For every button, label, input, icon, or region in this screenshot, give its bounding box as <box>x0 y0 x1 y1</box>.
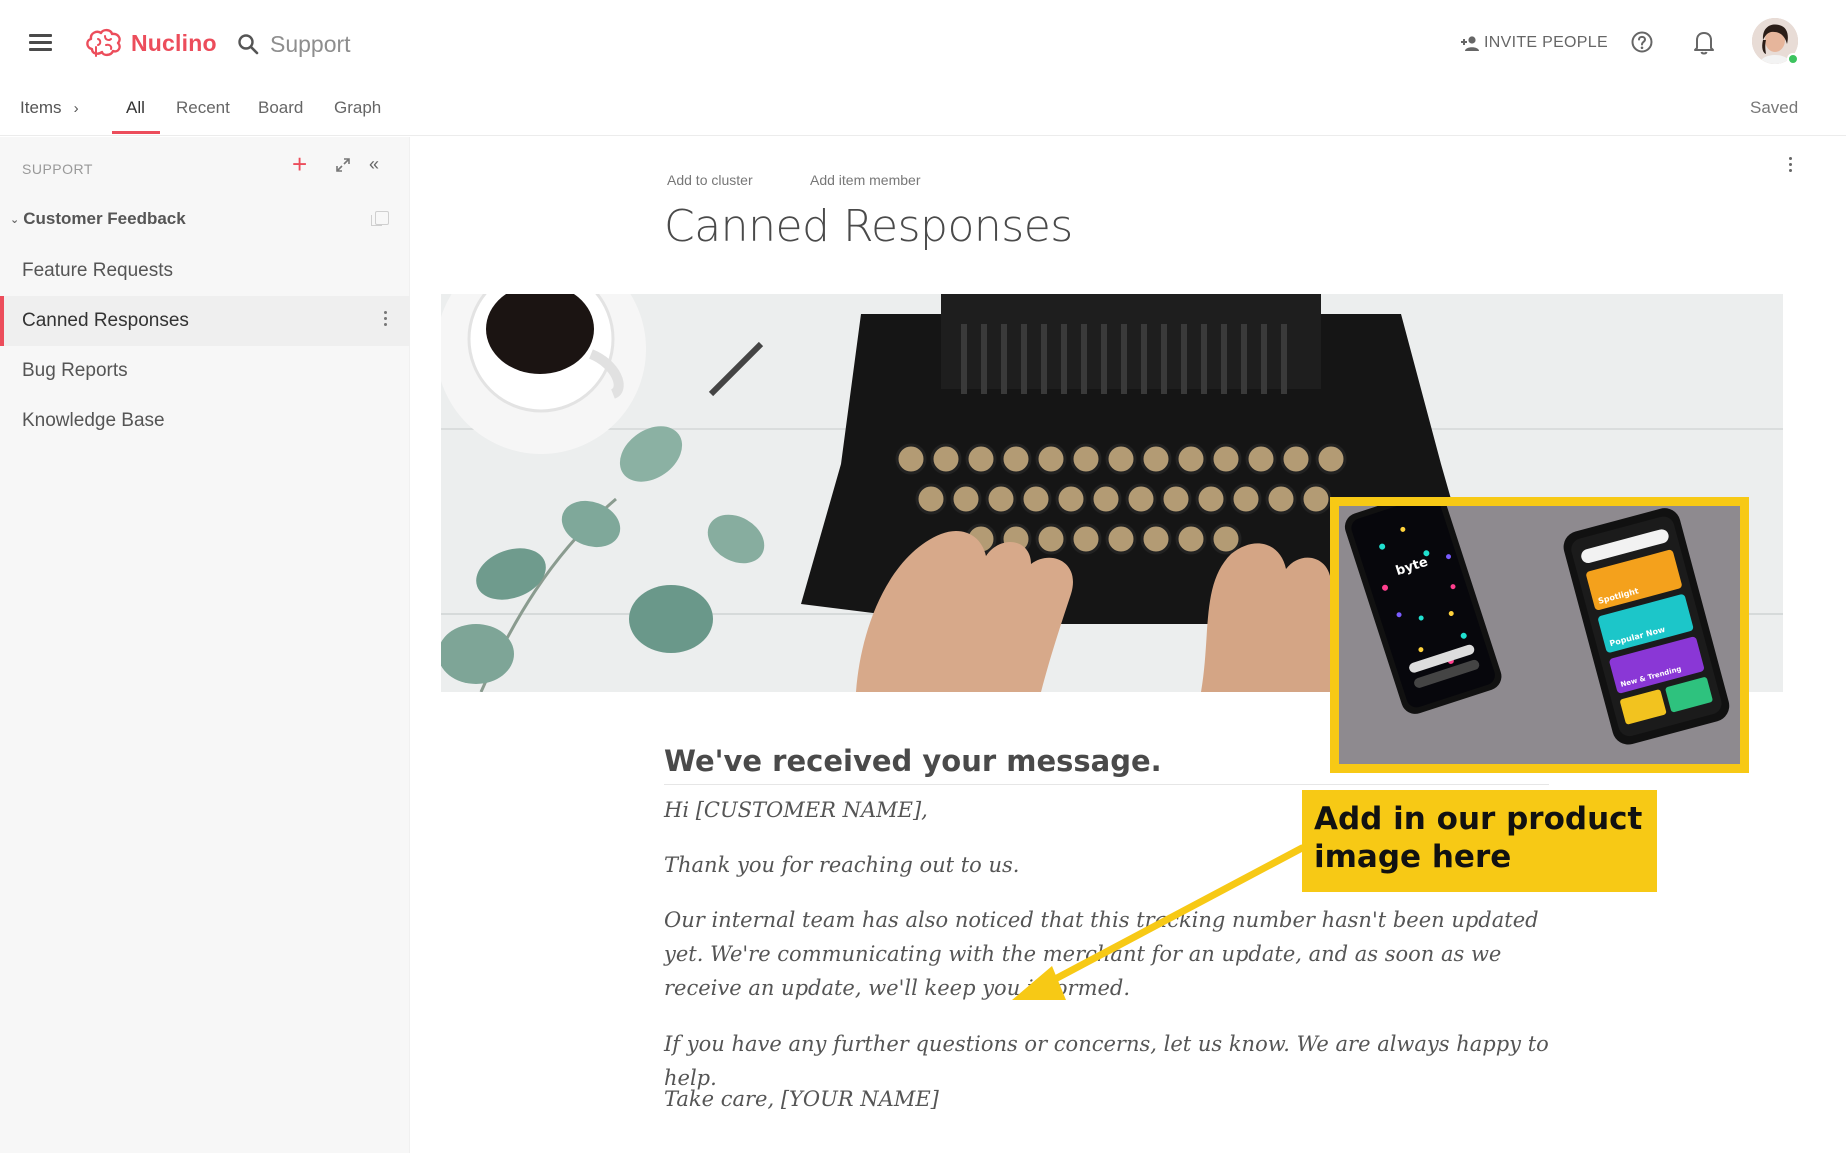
brain-icon <box>86 28 121 57</box>
chevron-down-icon: ⌄ <box>10 213 20 226</box>
view-bar: Items › All Recent Board Graph Saved <box>0 86 1846 136</box>
notifications-bell-icon[interactable] <box>1693 29 1715 55</box>
add-person-icon <box>1461 36 1479 51</box>
sidebar-item-bug-reports[interactable]: Bug Reports <box>0 346 410 396</box>
add-to-cluster-link[interactable]: Add to cluster <box>667 172 753 188</box>
search-icon <box>238 34 259 55</box>
tab-recent[interactable]: Recent <box>176 98 230 118</box>
breadcrumb-items[interactable]: Items › <box>20 98 79 118</box>
cluster-customer-feedback[interactable]: ⌄ Customer Feedback <box>10 209 186 229</box>
search-bar[interactable] <box>236 26 490 62</box>
add-item-icon[interactable]: + <box>292 151 307 177</box>
tab-board[interactable]: Board <box>258 98 303 118</box>
document-more-icon[interactable] <box>1789 157 1793 175</box>
sidebar-item-label: Bug Reports <box>22 360 128 381</box>
breadcrumb-label: Items <box>20 98 62 117</box>
help-icon[interactable] <box>1630 30 1654 54</box>
callout-line-2: image here <box>1314 839 1512 875</box>
sidebar-item-label: Canned Responses <box>22 310 189 331</box>
online-status-dot <box>1787 53 1799 65</box>
sidebar-item-feature-requests[interactable]: Feature Requests <box>0 246 410 296</box>
active-tab-indicator <box>112 131 160 134</box>
app-name: Nuclino <box>131 29 217 56</box>
chevron-right-icon: › <box>73 99 79 117</box>
app-logo[interactable]: Nuclino <box>84 25 217 61</box>
product-image-annotation: byte Spotlight Popular Now New & Trendin… <box>1330 497 1749 773</box>
sidebar-item-label: Feature Requests <box>22 260 174 281</box>
collapse-sidebar-icon[interactable]: « <box>369 155 379 173</box>
tab-all[interactable]: All <box>126 98 145 118</box>
callout-line-1: Add in our product <box>1314 801 1643 837</box>
cluster-label: Customer Feedback <box>23 209 186 228</box>
sidebar-item-label: Knowledge Base <box>22 410 165 431</box>
invite-people-button[interactable]: INVITE PEOPLE <box>1460 30 1608 56</box>
more-options-icon[interactable] <box>384 311 388 329</box>
expand-icon[interactable] <box>335 157 351 173</box>
menu-icon[interactable] <box>29 34 52 52</box>
page-title[interactable]: Canned Responses <box>664 201 1073 252</box>
sidebar: SUPPORT + « ⌄ Customer Feedback Feature … <box>0 137 410 1153</box>
save-status: Saved <box>1750 98 1799 117</box>
invite-people-label: INVITE PEOPLE <box>1484 34 1608 51</box>
annotation-callout: Add in our product image here <box>1302 790 1657 892</box>
search-input[interactable] <box>270 30 490 58</box>
tab-graph[interactable]: Graph <box>334 98 381 118</box>
paragraph-body[interactable]: Our internal team has also noticed that … <box>664 903 1549 1005</box>
sidebar-item-knowledge-base[interactable]: Knowledge Base <box>0 396 410 446</box>
sidebar-item-canned-responses[interactable]: Canned Responses <box>0 296 410 346</box>
duplicate-icon[interactable] <box>371 211 389 226</box>
product-phones-image: byte Spotlight Popular Now New & Trendin… <box>1339 506 1740 764</box>
workspace-name[interactable]: SUPPORT <box>22 161 93 177</box>
top-bar: Nuclino INVITE PEOPLE <box>0 0 1846 86</box>
add-item-member-link[interactable]: Add item member <box>810 172 920 188</box>
paragraph-signoff[interactable]: Take care, [YOUR NAME] <box>664 1082 1549 1116</box>
